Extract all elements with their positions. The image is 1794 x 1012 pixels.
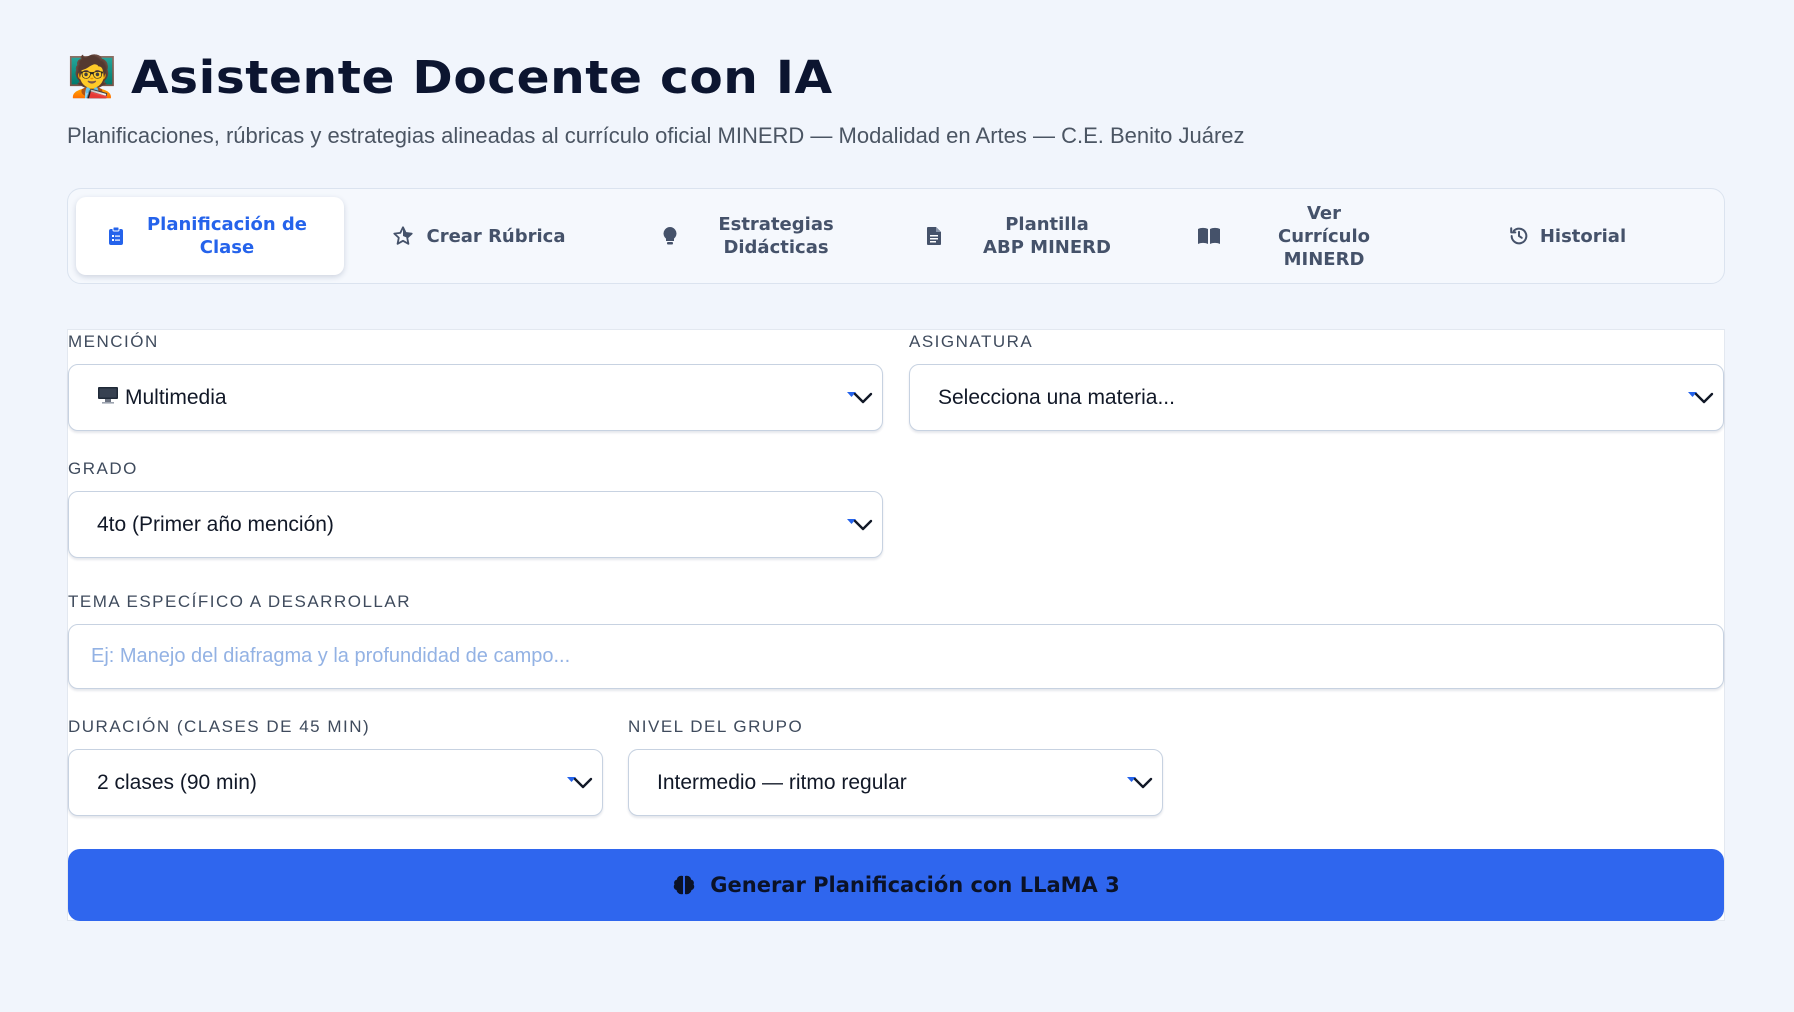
teacher-emoji-icon: 🧑‍🏫 bbox=[67, 54, 117, 100]
generate-button-label: Generar Planificación con LLaMA 3 bbox=[710, 873, 1120, 897]
tab-plantilla-abp[interactable]: Plantilla ABP MINERD bbox=[884, 197, 1154, 275]
chevron-down-icon bbox=[1688, 392, 1714, 404]
tab-historial[interactable]: Historial bbox=[1432, 197, 1702, 275]
grado-select[interactable]: 4to (Primer año mención) bbox=[68, 491, 883, 558]
chevron-down-icon bbox=[567, 777, 593, 789]
history-icon bbox=[1508, 225, 1530, 247]
clipboard-icon bbox=[108, 226, 124, 246]
asignatura-value: Selecciona una materia... bbox=[938, 385, 1175, 409]
tab-bar: Planificación de Clase Crear Rúbrica Est… bbox=[67, 188, 1725, 284]
tab-label: Crear Rúbrica bbox=[426, 225, 566, 247]
chevron-down-icon bbox=[1127, 777, 1153, 789]
monitor-icon bbox=[97, 386, 119, 410]
tab-label: Planificación de Clase bbox=[146, 214, 308, 258]
mencion-label: MENCIÓN bbox=[68, 332, 159, 351]
tema-label: TEMA ESPECÍFICO A DESARROLLAR bbox=[68, 592, 411, 611]
tema-input[interactable]: Ej: Manejo del diafragma y la profundida… bbox=[68, 624, 1724, 689]
grado-value: 4to (Primer año mención) bbox=[97, 512, 334, 536]
nivel-value: Intermedio — ritmo regular bbox=[657, 770, 907, 794]
chevron-down-icon bbox=[847, 519, 873, 531]
title-row: 🧑‍🏫 Asistente Docente con IA bbox=[67, 50, 1245, 104]
tab-rubrica[interactable]: Crear Rúbrica bbox=[344, 197, 614, 275]
nivel-label: NIVEL DEL GRUPO bbox=[628, 717, 804, 736]
lightbulb-icon bbox=[662, 226, 678, 246]
book-icon bbox=[1197, 227, 1221, 245]
page: 🧑‍🏫 Asistente Docente con IA Planificaci… bbox=[0, 0, 1794, 1012]
generate-button[interactable]: Generar Planificación con LLaMA 3 bbox=[68, 849, 1724, 921]
grado-label: GRADO bbox=[68, 459, 138, 478]
duracion-value: 2 clases (90 min) bbox=[97, 770, 257, 794]
tema-placeholder: Ej: Manejo del diafragma y la profundida… bbox=[91, 645, 571, 667]
tab-estrategias[interactable]: Estrategias Didácticas bbox=[614, 197, 884, 275]
planning-form: MENCIÓN Multimedia ASIGNATURA Selecciona… bbox=[67, 329, 1725, 921]
duracion-select[interactable]: 2 clases (90 min) bbox=[68, 749, 603, 816]
tab-label: Historial bbox=[1539, 225, 1627, 247]
tab-planificacion[interactable]: Planificación de Clase bbox=[76, 197, 344, 275]
star-icon bbox=[392, 225, 414, 247]
header: 🧑‍🏫 Asistente Docente con IA Planificaci… bbox=[67, 50, 1245, 149]
tab-label: Plantilla ABP MINERD bbox=[983, 214, 1111, 258]
mencion-select[interactable]: Multimedia bbox=[68, 364, 883, 431]
page-title: Asistente Docente con IA bbox=[130, 50, 833, 104]
page-subtitle: Planificaciones, rúbricas y estrategias … bbox=[67, 123, 1245, 148]
asignatura-select[interactable]: Selecciona una materia... bbox=[909, 364, 1724, 431]
document-icon bbox=[926, 226, 942, 246]
mencion-value: Multimedia bbox=[125, 385, 227, 409]
tab-label: Estrategias Didácticas bbox=[718, 214, 834, 258]
brain-icon bbox=[672, 874, 696, 896]
tab-label: Ver Currículo MINERD bbox=[1278, 202, 1370, 270]
duracion-label: DURACIÓN (CLASES DE 45 MIN) bbox=[68, 717, 371, 736]
tab-curriculo[interactable]: Ver Currículo MINERD bbox=[1154, 197, 1432, 275]
nivel-select[interactable]: Intermedio — ritmo regular bbox=[628, 749, 1163, 816]
chevron-down-icon bbox=[847, 392, 873, 404]
asignatura-label: ASIGNATURA bbox=[909, 332, 1034, 351]
